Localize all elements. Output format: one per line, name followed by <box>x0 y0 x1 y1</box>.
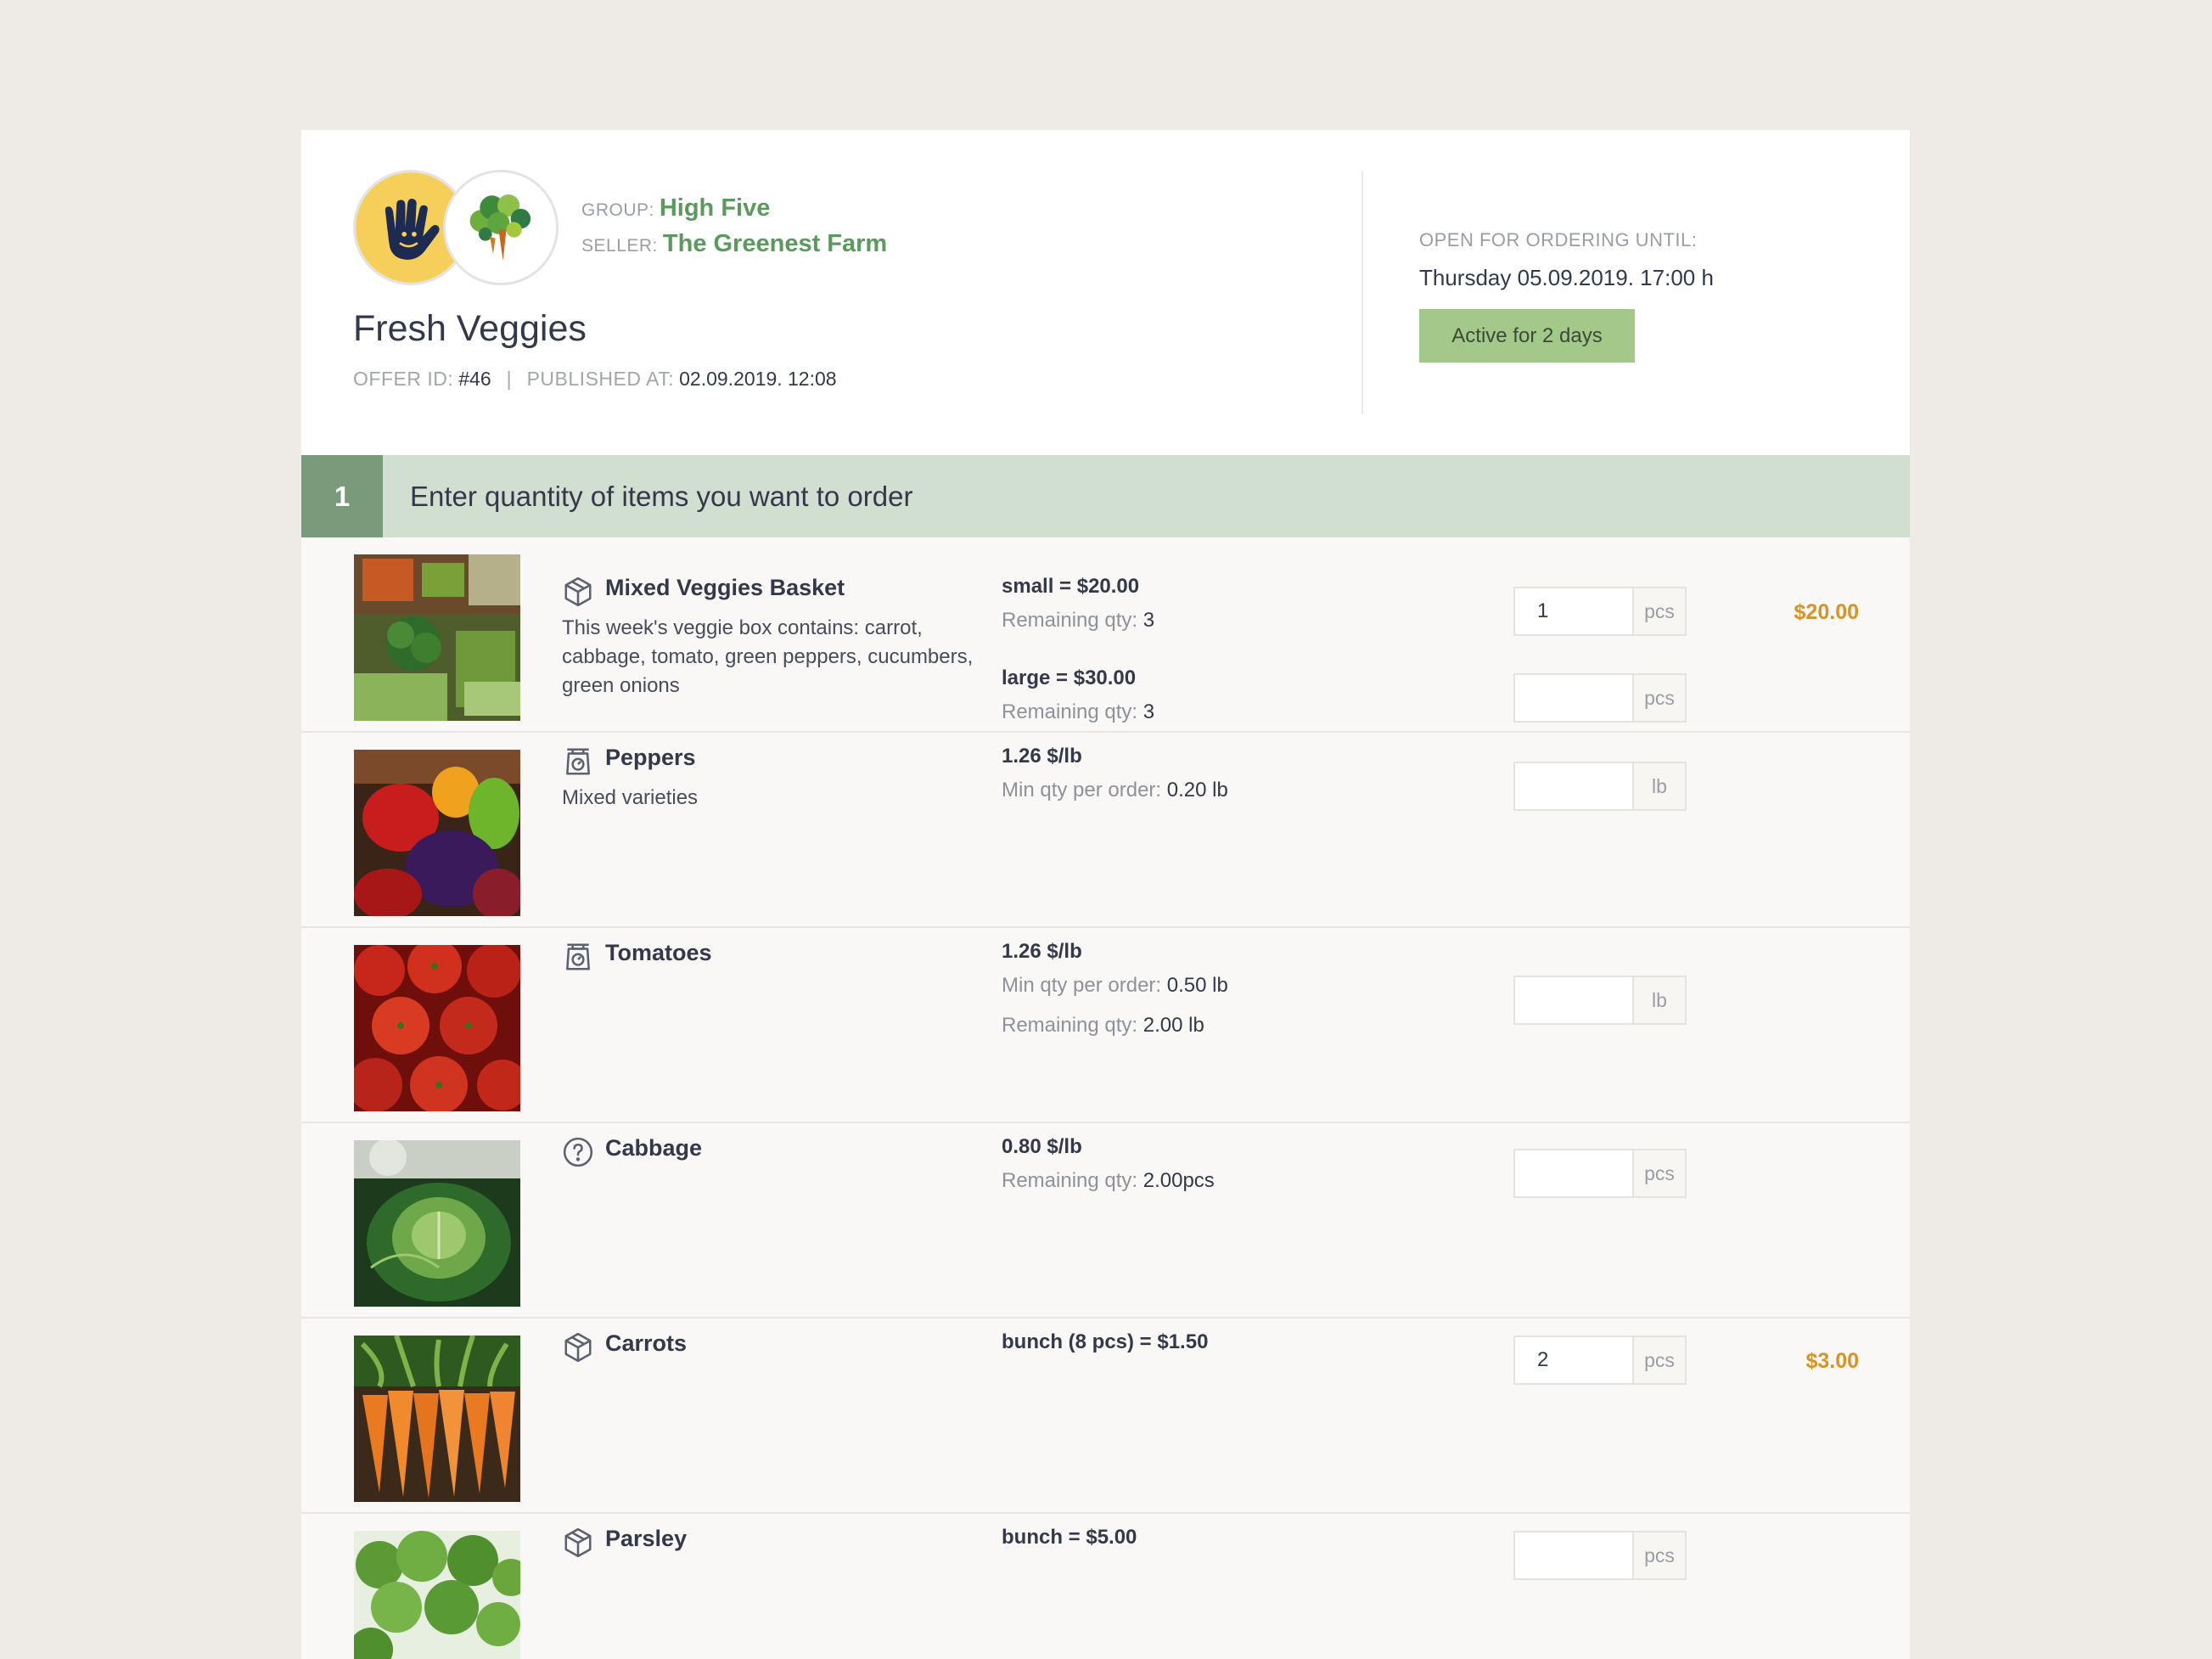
offer-subline: OFFER ID: #46 | PUBLISHED AT: 02.09.2019… <box>353 368 837 391</box>
line-total: $20.00 <box>1794 600 1859 624</box>
product-remaining: Remaining qty: 2.00pcs <box>1002 1169 1215 1192</box>
product-list: Mixed Veggies Basket This week's veggie … <box>301 537 1910 1659</box>
quantity-field: lb <box>1513 976 1687 1025</box>
variant-remaining: Remaining qty: 3 <box>1002 700 1155 723</box>
open-until-date: Thursday 05.09.2019. 17:00 h <box>1419 265 1714 290</box>
product-price: 1.26 $/lb <box>1002 940 1082 963</box>
product-description: This week's veggie box contains: carrot,… <box>562 616 974 697</box>
quantity-field: pcs <box>1513 1336 1687 1385</box>
group-label: GROUP: <box>581 200 654 220</box>
unit-label: pcs <box>1634 1532 1685 1578</box>
offer-id-label: OFFER ID: <box>353 368 454 390</box>
avatar-group <box>353 170 559 289</box>
offer-meta: GROUP: High Five SELLER: The Greenest Fa… <box>581 194 887 266</box>
offer-header: GROUP: High Five SELLER: The Greenest Fa… <box>301 130 1910 455</box>
scale-icon <box>562 941 594 973</box>
seller-avatar[interactable] <box>443 170 559 285</box>
step-instruction: Enter quantity of items you want to orde… <box>410 480 913 512</box>
product-name: Peppers <box>605 745 696 770</box>
published-value: 02.09.2019. 12:08 <box>679 368 837 390</box>
product-name: Tomatoes <box>605 940 712 965</box>
product-price: bunch = $5.00 <box>1002 1526 1137 1549</box>
quantity-input[interactable] <box>1515 1532 1634 1578</box>
seller-label: SELLER: <box>581 236 658 256</box>
header-divider <box>1361 171 1363 414</box>
product-image <box>354 554 520 721</box>
product-min-qty: Min qty per order: 0.20 lb <box>1002 779 1228 801</box>
quantity-field: pcs <box>1513 587 1687 636</box>
quantity-input[interactable] <box>1515 1337 1634 1383</box>
product-price: 0.80 $/lb <box>1002 1135 1082 1158</box>
offer-id-value: #46 <box>458 368 491 390</box>
subline-separator: | <box>506 368 512 390</box>
product-price: 1.26 $/lb <box>1002 745 1082 768</box>
published-label: PUBLISHED AT: <box>526 368 675 390</box>
quantity-field: pcs <box>1513 1149 1687 1198</box>
group-line: GROUP: High Five <box>581 194 887 230</box>
product-row-cabbage: Cabbage 0.80 $/lb Remaining qty: 2.00pcs… <box>301 1123 1910 1319</box>
seller-link[interactable]: The Greenest Farm <box>663 230 887 258</box>
product-image <box>354 1531 520 1659</box>
quantity-field: pcs <box>1513 673 1687 723</box>
product-image <box>354 1140 520 1307</box>
line-total: $3.00 <box>1805 1349 1859 1373</box>
box-icon <box>562 1527 594 1559</box>
variant-remaining: Remaining qty: 3 <box>1002 609 1155 632</box>
unit-label: lb <box>1634 763 1685 809</box>
unit-label: lb <box>1634 977 1685 1023</box>
group-link[interactable]: High Five <box>660 194 771 222</box>
scale-icon <box>562 745 594 778</box>
product-remaining: Remaining qty: 2.00 lb <box>1002 1014 1204 1037</box>
quantity-input[interactable] <box>1515 1150 1634 1196</box>
quantity-field: lb <box>1513 762 1687 811</box>
quantity-input[interactable] <box>1515 763 1634 809</box>
question-icon <box>562 1136 594 1168</box>
unit-label: pcs <box>1634 1150 1685 1196</box>
product-row-carrots: Carrots bunch (8 pcs) = $1.50 pcs $3.00 <box>301 1319 1910 1514</box>
product-row-mixed-veggies-basket: Mixed Veggies Basket This week's veggie … <box>301 537 1910 733</box>
seller-line: SELLER: The Greenest Farm <box>581 230 887 266</box>
variant-price: small = $20.00 <box>1002 575 1140 598</box>
product-price: bunch (8 pcs) = $1.50 <box>1002 1330 1209 1353</box>
product-image <box>354 1336 520 1502</box>
quantity-input[interactable] <box>1515 675 1634 721</box>
quantity-field: pcs <box>1513 1531 1687 1580</box>
product-name: Parsley <box>605 1526 688 1551</box>
unit-label: pcs <box>1634 675 1685 721</box>
product-min-qty: Min qty per order: 0.50 lb <box>1002 974 1228 997</box>
offer-title: Fresh Veggies <box>353 308 587 349</box>
open-until-label: OPEN FOR ORDERING UNTIL: <box>1419 229 1698 250</box>
box-icon <box>562 1331 594 1364</box>
quantity-input[interactable] <box>1515 977 1634 1023</box>
product-description: Mixed varieties <box>562 786 699 809</box>
offer-card: GROUP: High Five SELLER: The Greenest Fa… <box>301 130 1910 1659</box>
unit-label: pcs <box>1634 1337 1685 1383</box>
product-row-peppers: Peppers Mixed varieties 1.26 $/lb Min qt… <box>301 733 1910 928</box>
step-number: 1 <box>301 455 383 537</box>
status-badge: Active for 2 days <box>1419 309 1635 363</box>
box-icon <box>562 576 594 608</box>
variant-price: large = $30.00 <box>1002 666 1137 689</box>
quantity-input[interactable] <box>1515 588 1634 634</box>
product-name: Carrots <box>605 1330 688 1356</box>
unit-label: pcs <box>1634 588 1685 634</box>
product-image <box>354 945 520 1111</box>
product-row-parsley: Parsley bunch = $5.00 pcs <box>301 1514 1910 1659</box>
product-image <box>354 750 520 916</box>
product-name: Mixed Veggies Basket <box>605 575 845 600</box>
step-bar: 1 Enter quantity of items you want to or… <box>301 455 1910 537</box>
product-name: Cabbage <box>605 1135 703 1161</box>
product-row-tomatoes: Tomatoes 1.26 $/lb Min qty per order: 0.… <box>301 928 1910 1123</box>
farm-logo-icon <box>446 172 556 283</box>
